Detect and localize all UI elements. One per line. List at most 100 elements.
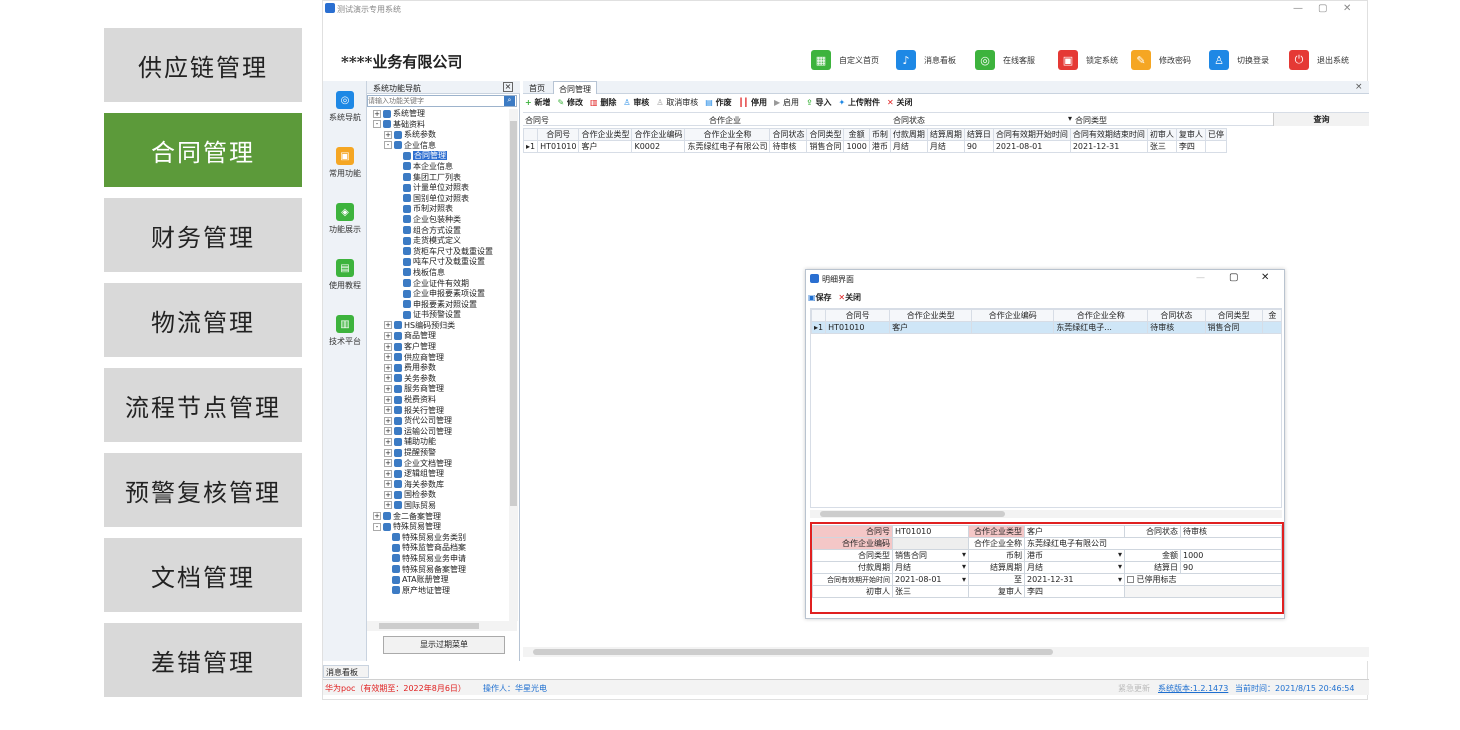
column-header[interactable]: 合同有效期结束时间	[1069, 128, 1148, 141]
tree-node[interactable]: + 商品管理	[369, 331, 507, 342]
iconbar-item-2[interactable]: ◈ 功能展示	[323, 203, 367, 235]
dialog-save-button[interactable]: 保存	[816, 293, 832, 302]
tree-node[interactable]: 组合方式设置	[369, 226, 507, 237]
column-header[interactable]: 合同类型	[1204, 309, 1263, 322]
table-row[interactable]: ▸1 HT01010 客户 东莞绿红电子... 待审核 销售合同	[811, 321, 1281, 334]
expand-icon[interactable]: +	[384, 406, 392, 415]
column-header[interactable]: 已停	[1204, 128, 1227, 141]
top-button-lock[interactable]: ▣ 锁定系统	[1058, 49, 1118, 71]
expand-icon[interactable]: +	[384, 331, 392, 340]
column-header[interactable]: 合作企业全称	[1053, 309, 1149, 322]
settle-day-field[interactable]: 90	[1180, 561, 1282, 574]
iconbar-item-4[interactable]: ▥ 技术平台	[323, 315, 367, 347]
dialog-close-button[interactable]: ✕	[1261, 272, 1269, 283]
column-header[interactable]: 结算周期	[926, 128, 965, 141]
tree-node[interactable]: + 提醒预警	[369, 448, 507, 459]
expand-icon[interactable]: +	[384, 321, 392, 330]
expand-icon[interactable]: +	[384, 501, 392, 510]
dialog-minimize-button[interactable]: —	[1196, 273, 1205, 283]
toolbar-button-6[interactable]: ┃┃ 停用	[739, 98, 767, 107]
column-header[interactable]: 复审人	[1175, 128, 1206, 141]
partner-name-field[interactable]: 东莞绿红电子有限公司	[1024, 537, 1282, 550]
tree-node[interactable]: 吨车尺寸及载重设置	[369, 257, 507, 268]
tree-node[interactable]: + 国检参数	[369, 490, 507, 501]
toolbar-button-0[interactable]: + 新增	[525, 98, 551, 107]
toolbar-button-1[interactable]: ✎ 修改	[558, 98, 584, 107]
expand-icon[interactable]: -	[384, 141, 392, 150]
tree-node[interactable]: 货柜车尺寸及载重设置	[369, 247, 507, 258]
menu-item-2[interactable]: 财务管理	[104, 198, 302, 272]
column-header[interactable]: 结算日	[963, 128, 994, 141]
message-board-tab[interactable]: 消息看板	[323, 665, 369, 678]
column-header[interactable]: 合同有效期开始时间	[992, 128, 1071, 141]
column-header[interactable]: 合同状态	[1147, 309, 1206, 322]
show-expired-menu-button[interactable]: 显示过期菜单	[383, 636, 505, 654]
tree-node[interactable]: + HS编码预归类	[369, 321, 507, 332]
top-button-user-switch[interactable]: ♙ 切换登录	[1209, 49, 1269, 71]
toolbar-button-7[interactable]: ▶ 启用	[774, 98, 799, 107]
tree-node[interactable]: 特殊贸易业务申请	[369, 554, 507, 565]
menu-item-7[interactable]: 差错管理	[104, 623, 302, 697]
menu-item-5[interactable]: 预警复核管理	[104, 453, 302, 527]
tree-node[interactable]: + 服务商管理	[369, 384, 507, 395]
close-button[interactable]: ✕	[1343, 3, 1351, 14]
tree-node[interactable]: + 客户管理	[369, 342, 507, 353]
amount-field[interactable]: 1000	[1180, 549, 1282, 562]
menu-item-4[interactable]: 流程节点管理	[104, 368, 302, 442]
tree-node[interactable]: 合同管理	[369, 151, 507, 162]
column-header[interactable]: 合作企业全称	[684, 128, 771, 141]
top-button-bell[interactable]: ♪ 消息看板	[896, 49, 956, 71]
column-header[interactable]: 金	[1261, 309, 1281, 322]
tree-node[interactable]: 本企业信息	[369, 162, 507, 173]
tree-node[interactable]: 证书预警设置	[369, 310, 507, 321]
column-header[interactable]: 合同类型	[806, 128, 845, 141]
tab-contract[interactable]: 合同管理	[553, 81, 597, 94]
contract-no-field[interactable]: HT01010	[892, 525, 969, 538]
iconbar-item-3[interactable]: ▤ 使用教程	[323, 259, 367, 291]
partner-type-field[interactable]: 客户	[1024, 525, 1125, 538]
currency-field[interactable]: 港币 ▾	[1024, 549, 1125, 562]
expand-icon[interactable]: -	[373, 120, 381, 129]
status-field[interactable]: 待审核	[1180, 525, 1282, 538]
column-header[interactable]: 合作企业类型	[578, 128, 633, 141]
tree-node[interactable]: + 税费资料	[369, 395, 507, 406]
tree-node[interactable]: 申报要素对照设置	[369, 300, 507, 311]
top-button-headset[interactable]: ◎ 在线客服	[975, 49, 1035, 71]
tree-node[interactable]: 栈板信息	[369, 268, 507, 279]
expand-icon[interactable]: -	[373, 522, 381, 531]
tree-node[interactable]: 企业包装种类	[369, 215, 507, 226]
second-reviewer-field[interactable]: 李四	[1024, 585, 1125, 598]
tree-node[interactable]: 原产地证管理	[369, 586, 507, 597]
toolbar-button-5[interactable]: ▤ 作废	[705, 98, 731, 107]
expand-icon[interactable]: +	[384, 363, 392, 372]
expand-icon[interactable]: +	[384, 342, 392, 351]
tree-node[interactable]: 特殊贸易业务类别	[369, 533, 507, 544]
table-row[interactable]: ▸1 HT01010 客户 K0002 东莞绿红电子有限公司 待审核 销售合同 1000 港币月…	[523, 140, 1227, 153]
menu-item-1[interactable]: 合同管理	[104, 113, 302, 187]
search-icon[interactable]: ⌕	[504, 96, 515, 106]
stop-checkbox[interactable]	[1127, 576, 1134, 583]
tree-node[interactable]: 企业证件有效期	[369, 279, 507, 290]
column-header[interactable]: 金额	[843, 128, 870, 141]
partner-code-field[interactable]	[892, 537, 969, 550]
top-button-edit[interactable]: ✎ 修改密码	[1131, 49, 1191, 71]
dialog-hscrollbar[interactable]	[810, 510, 1282, 518]
column-header[interactable]: 合作企业编码	[971, 309, 1055, 322]
expand-icon[interactable]: +	[384, 384, 392, 393]
query-button[interactable]: 查询	[1273, 113, 1369, 126]
tab-home[interactable]: 首页	[529, 83, 545, 94]
menu-item-3[interactable]: 物流管理	[104, 283, 302, 357]
tree-node[interactable]: + 报关行管理	[369, 406, 507, 417]
expand-icon[interactable]: +	[384, 437, 392, 446]
column-header[interactable]: 合同号	[825, 309, 891, 322]
toolbar-button-9[interactable]: ✦ 上传附件	[838, 98, 880, 107]
first-reviewer-field[interactable]: 张三	[892, 585, 969, 598]
tree-node[interactable]: 集团工厂列表	[369, 173, 507, 184]
tab-close-icon[interactable]: ×	[1355, 82, 1363, 92]
nav-close-icon[interactable]: ×	[503, 82, 513, 92]
iconbar-item-1[interactable]: ▣ 常用功能	[323, 147, 367, 179]
settle-cycle-field[interactable]: 月结 ▾	[1024, 561, 1125, 574]
tree-node[interactable]: + 运输公司管理	[369, 427, 507, 438]
tree-node[interactable]: - 企业信息	[369, 141, 507, 152]
column-header[interactable]: 初审人	[1146, 128, 1177, 141]
